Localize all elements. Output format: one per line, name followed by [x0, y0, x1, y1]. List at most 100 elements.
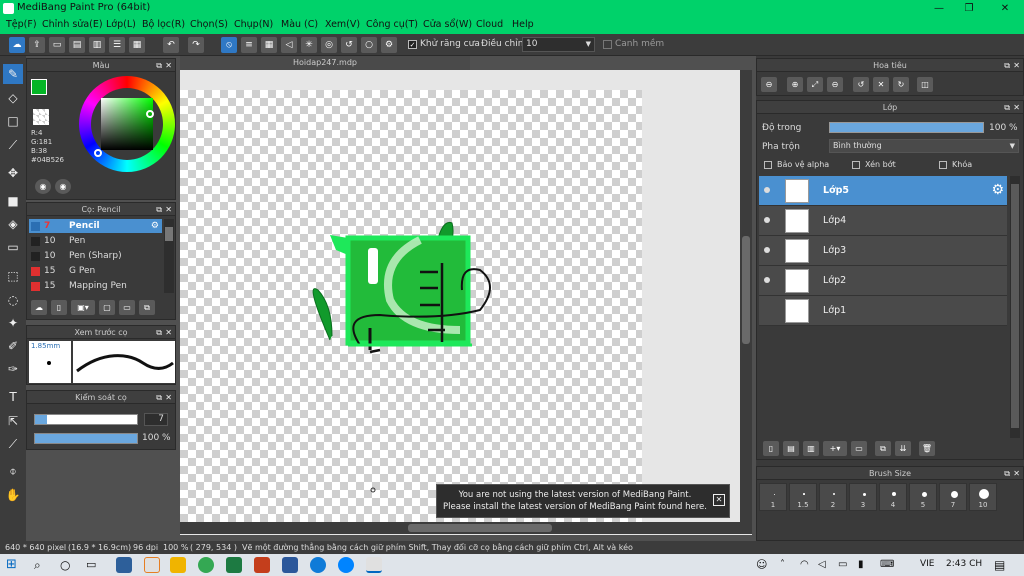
comment-icon[interactable]: ▭ — [49, 37, 65, 53]
visibility-icon[interactable] — [764, 277, 770, 283]
select-eraser-tool-icon[interactable]: ✑ — [3, 359, 23, 379]
word-icon[interactable] — [282, 557, 298, 573]
fill-rect-tool-icon[interactable]: ■ — [3, 191, 23, 211]
menu-file[interactable]: Tệp(F) — [6, 19, 37, 30]
popout-icon[interactable]: ⧉ — [1004, 467, 1010, 480]
close-icon[interactable]: ✕ — [1013, 59, 1020, 72]
snap-off-icon[interactable]: ⦸ — [221, 37, 237, 53]
messenger-icon[interactable] — [338, 557, 354, 573]
undo-icon[interactable]: ↶ — [163, 37, 179, 53]
menu-color[interactable]: Màu (C) — [281, 19, 318, 30]
bucket-tool-icon[interactable]: ◈ — [3, 214, 23, 234]
close-icon[interactable]: ✕ — [165, 59, 172, 72]
layer-folder-icon[interactable]: ▭ — [851, 441, 867, 456]
network-icon[interactable]: ▭ — [838, 557, 854, 573]
menu-tools[interactable]: Công cụ(T) — [366, 19, 418, 30]
menu-layer[interactable]: Lớp(L) — [106, 19, 136, 30]
eyedropper-tool-icon[interactable]: ⌽ — [3, 461, 23, 481]
popout-icon[interactable]: ⧉ — [156, 391, 162, 404]
brush-item-g-pen[interactable]: 15 G Pen — [29, 264, 162, 278]
visibility-icon[interactable] — [764, 217, 770, 223]
brush-size-option[interactable]: 1 — [759, 483, 787, 511]
menu-help[interactable]: Help — [512, 19, 534, 30]
update-notification[interactable]: You are not using the latest version of … — [436, 484, 730, 518]
menu-snap[interactable]: Chụp(N) — [234, 19, 273, 30]
windows-start-icon[interactable]: ⊞ — [6, 557, 22, 573]
layer-row-4[interactable]: Lớp4 — [759, 206, 1007, 236]
divide-tool-icon[interactable]: ⟋ — [3, 434, 23, 454]
close-button[interactable]: ✕ — [990, 0, 1020, 17]
language-indicator[interactable]: VIE — [920, 559, 935, 569]
popout-icon[interactable]: ⧉ — [1004, 101, 1010, 114]
brush-type-icon[interactable]: ▣▾ — [71, 300, 95, 315]
cloud-icon[interactable]: ☁ — [9, 37, 25, 53]
close-icon[interactable]: ✕ — [1013, 467, 1020, 480]
volume-icon[interactable]: ◁ — [818, 557, 834, 573]
zoom-icon[interactable]: ⊖ — [827, 77, 843, 92]
restore-button[interactable]: ❐ — [954, 0, 984, 17]
clipping-checkbox[interactable] — [852, 161, 860, 169]
brush-size-option[interactable]: 3 — [849, 483, 877, 511]
store-app-icon[interactable] — [144, 557, 160, 573]
copy-brush-icon[interactable]: ▢ — [99, 300, 115, 315]
text-tool-icon[interactable]: T — [3, 387, 23, 407]
task-view-icon[interactable]: ▭ — [86, 557, 102, 573]
blend-mode-select[interactable]: Bình thường ▼ — [829, 139, 1019, 153]
duplicate-icon[interactable]: ⧉ — [139, 300, 155, 315]
snap-perspective-icon[interactable]: ◁ — [281, 37, 297, 53]
folder-icon[interactable]: ▭ — [119, 300, 135, 315]
layer-opacity-slider[interactable] — [829, 122, 984, 133]
visibility-icon[interactable] — [764, 187, 770, 193]
snap-ellipse-icon[interactable]: ○ — [361, 37, 377, 53]
powerpoint-icon[interactable] — [254, 557, 270, 573]
brush-size-option[interactable]: 7 — [939, 483, 967, 511]
delete-layer-icon[interactable]: 🗑 — [919, 441, 935, 456]
primary-color-swatch[interactable] — [31, 79, 47, 95]
visibility-icon[interactable] — [764, 247, 770, 253]
battery-icon[interactable]: ▮ — [858, 557, 874, 573]
brush-item-mapping-pen[interactable]: 15 Mapping Pen — [29, 279, 162, 293]
canvas-horizontal-scrollbar[interactable] — [180, 522, 752, 534]
grid-icon[interactable]: ▦ — [129, 37, 145, 53]
hue-handle[interactable] — [94, 149, 102, 157]
menu-view[interactable]: Xem(V) — [325, 19, 360, 30]
close-icon[interactable]: ✕ — [165, 203, 172, 216]
chrome-icon[interactable] — [198, 557, 214, 573]
close-icon[interactable]: ✕ — [1013, 101, 1020, 114]
snap-radial-icon[interactable]: ✳ — [301, 37, 317, 53]
transparent-swatch[interactable] — [33, 109, 49, 125]
popout-icon[interactable]: ⧉ — [1004, 59, 1010, 72]
wifi-icon[interactable]: ◠ — [800, 557, 816, 573]
zoom-in-icon[interactable]: ⊕ — [787, 77, 803, 92]
gear-icon[interactable]: ⚙ — [991, 182, 1004, 198]
reset-icon[interactable]: ✕ — [873, 77, 889, 92]
notification-center-icon[interactable]: ▤ — [994, 557, 1010, 573]
popout-icon[interactable]: ⧉ — [156, 59, 162, 72]
snap-circle-icon[interactable]: ◎ — [321, 37, 337, 53]
duplicate-layer-icon[interactable]: ⧉ — [875, 441, 891, 456]
minimize-button[interactable]: — — [924, 0, 954, 17]
cortana-icon[interactable]: ○ — [60, 557, 76, 573]
popout-icon[interactable]: ⧉ — [156, 203, 162, 216]
document-tab[interactable]: Hoidap247.mdp — [180, 56, 470, 70]
correction-select[interactable]: 10 ▼ — [522, 37, 595, 52]
chevron-up-icon[interactable]: ˄ — [780, 557, 796, 573]
eraser-tool-icon[interactable]: ◇ — [3, 88, 23, 108]
brush-list-scrollbar[interactable] — [164, 219, 174, 293]
brush-tool-icon[interactable]: ✎ — [3, 64, 23, 84]
rotate-left-icon[interactable]: ↺ — [853, 77, 869, 92]
layer-row-1[interactable]: Lớp1 — [759, 296, 1007, 326]
gear-icon[interactable]: ⚙ — [151, 219, 159, 233]
people-icon[interactable]: ☺ — [756, 557, 772, 573]
brush-size-option[interactable]: 4 — [879, 483, 907, 511]
merge-layer-icon[interactable]: ⇊ — [895, 441, 911, 456]
move-tool-icon[interactable]: ✥ — [3, 163, 23, 183]
antialias-checkbox[interactable]: ✓ — [408, 40, 417, 49]
brush-size-value[interactable]: 7 — [144, 413, 168, 426]
search-icon[interactable]: ⌕ — [34, 557, 50, 573]
close-icon[interactable]: ✕ — [165, 326, 172, 339]
color-picker-handle[interactable] — [146, 110, 154, 118]
new-halftone-layer-icon[interactable]: ▤ — [783, 441, 799, 456]
layer-row-2[interactable]: Lớp2 — [759, 266, 1007, 296]
edge-icon[interactable] — [310, 557, 326, 573]
